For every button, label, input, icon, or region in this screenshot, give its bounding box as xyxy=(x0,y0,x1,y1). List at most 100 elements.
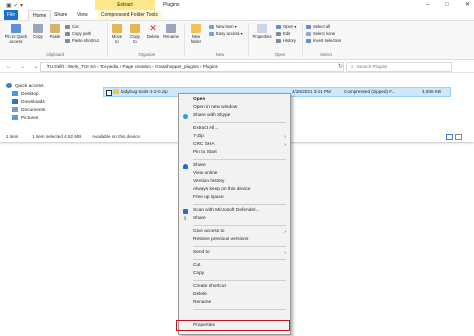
open-icon xyxy=(276,24,281,29)
menu-item-open[interactable]: Open xyxy=(179,96,290,104)
nav-item-documents[interactable]: Documents xyxy=(12,107,45,115)
menu-item-extract-all[interactable]: Extract All... xyxy=(179,125,290,133)
group-label-select: Select xyxy=(320,52,332,57)
menu-item-free-up-space[interactable]: Free up space xyxy=(179,194,290,202)
availability-status: Available on this device xyxy=(92,134,140,139)
select-all-button[interactable]: Select all xyxy=(306,24,330,30)
copy-button[interactable]: Copy xyxy=(31,24,45,39)
quick-access-toolbar[interactable]: ▣ ✓ ▾ xyxy=(6,2,23,9)
open-button[interactable]: Open ▾ xyxy=(276,24,297,30)
tab-compressed-folder-tools[interactable]: Compressed Folder Tools xyxy=(97,10,162,20)
move-to-icon xyxy=(112,24,122,33)
nav-item-quick-access[interactable]: Quick access xyxy=(6,83,44,91)
group-divider xyxy=(248,23,249,57)
menu-item-share[interactable]: ⇪ Share xyxy=(179,215,290,223)
history-button[interactable]: History xyxy=(276,38,296,44)
cut-button[interactable]: Cut xyxy=(65,24,79,30)
download-icon xyxy=(12,99,18,105)
menu-item-give-access[interactable]: Give access to › xyxy=(179,228,290,236)
breadcrumb[interactable]: TU Delft › Werk_TOI SA › Toi-pedia › Pag… xyxy=(40,62,344,72)
menu-item-send-to[interactable]: Send to › xyxy=(179,249,290,257)
search-icon: ⌕ xyxy=(351,64,354,69)
copy-path-button[interactable]: Copy path xyxy=(65,31,91,37)
nav-item-pictures[interactable]: Pictures xyxy=(12,115,38,123)
paste-shortcut-button[interactable]: Paste shortcut xyxy=(65,38,99,44)
search-input[interactable]: ⌕ Search Plugins xyxy=(346,62,452,72)
submenu-arrow-icon: › xyxy=(284,229,286,235)
tab-share[interactable]: Share xyxy=(50,10,71,20)
refresh-icon[interactable]: ↻ xyxy=(338,63,343,70)
contextual-tab-extract[interactable]: Extract xyxy=(95,0,155,10)
pin-to-quick-access-button[interactable]: Pin to Quick access xyxy=(4,24,28,44)
new-item-button[interactable]: New item ▾ xyxy=(209,24,237,30)
nav-item-desktop[interactable]: Desktop xyxy=(12,91,39,99)
copy-path-icon xyxy=(65,31,70,36)
ribbon: Pin to Quick access Copy Paste Cut Copy … xyxy=(0,21,474,60)
details-view-icon[interactable] xyxy=(446,134,453,140)
menu-item-crc-sha[interactable]: CRC SHA › xyxy=(179,141,290,149)
file-date: 4/26/2021 3:41 PM xyxy=(292,89,331,94)
edit-button[interactable]: Edit xyxy=(276,31,290,37)
menu-item-pin-to-start[interactable]: Pin to Start xyxy=(179,149,290,157)
address-bar: ← → ⌄ ↑ TU Delft › Werk_TOI SA › Toi-ped… xyxy=(0,60,474,73)
select-none-button[interactable]: Select none xyxy=(306,31,335,37)
pictures-icon xyxy=(12,115,18,121)
rename-button[interactable]: Rename xyxy=(163,24,179,39)
move-to-button[interactable]: Move to xyxy=(110,24,124,44)
onedrive-cloud-icon xyxy=(183,163,188,169)
copy-to-button[interactable]: Copy to xyxy=(128,24,142,44)
menu-item-create-shortcut[interactable]: Create shortcut xyxy=(179,283,290,291)
menu-separator xyxy=(193,280,286,281)
menu-separator xyxy=(193,204,286,205)
menu-item-always-keep[interactable]: Always keep on this device xyxy=(179,186,290,194)
menu-item-share-onedrive[interactable]: Share xyxy=(179,162,290,170)
tab-home[interactable]: Home xyxy=(28,10,52,21)
tab-view[interactable]: View xyxy=(73,10,92,20)
new-folder-button[interactable]: New folder xyxy=(188,24,204,44)
file-type: Compressed (zipped) F... xyxy=(344,89,396,94)
menu-item-view-online[interactable]: View online xyxy=(179,170,290,178)
item-count: 1 item xyxy=(6,134,19,139)
menu-item-rename[interactable]: Rename xyxy=(179,299,290,307)
delete-x-icon: ✕ xyxy=(149,23,157,33)
group-divider xyxy=(302,23,303,57)
group-divider xyxy=(107,23,108,57)
zip-folder-icon xyxy=(113,89,119,94)
window-title: Plugins xyxy=(163,2,180,8)
group-divider xyxy=(184,23,185,57)
defender-shield-icon xyxy=(183,208,188,214)
new-folder-icon xyxy=(191,24,201,33)
checkbox[interactable] xyxy=(106,89,112,96)
tab-file[interactable]: File xyxy=(4,10,18,20)
close-button[interactable]: ✕ xyxy=(465,0,470,10)
paste-button[interactable]: Paste xyxy=(48,24,62,39)
menu-item-copy[interactable]: Copy xyxy=(179,270,290,278)
nav-item-downloads[interactable]: Downloads xyxy=(12,99,45,107)
invert-selection-icon xyxy=(306,38,311,43)
edit-icon xyxy=(276,31,281,36)
maximize-button[interactable]: □ xyxy=(445,0,449,10)
invert-selection-button[interactable]: Invert selection xyxy=(306,38,341,44)
menu-item-restore-versions[interactable]: Restore previous versions xyxy=(179,236,290,244)
delete-button[interactable]: ✕ Delete xyxy=(146,23,160,40)
pin-icon xyxy=(11,24,21,33)
menu-item-7zip[interactable]: 7-Zip › xyxy=(179,133,290,141)
menu-separator xyxy=(193,246,286,247)
desktop-icon xyxy=(12,91,18,97)
properties-ribbon-button[interactable]: Properties xyxy=(252,24,272,39)
menu-item-cut[interactable]: Cut xyxy=(179,262,290,270)
menu-item-share-skype[interactable]: Share with Skype xyxy=(179,112,290,120)
menu-item-scan-defender[interactable]: Scan with Microsoft Defender... xyxy=(179,207,290,215)
menu-item-delete[interactable]: Delete xyxy=(179,291,290,299)
easy-access-button[interactable]: Easy access ▾ xyxy=(209,31,243,37)
menu-item-version-history[interactable]: Version history xyxy=(179,178,290,186)
window-controls: – □ ✕ xyxy=(426,0,470,10)
star-icon xyxy=(6,83,12,89)
minimize-button[interactable]: – xyxy=(426,0,429,10)
menu-item-open-new-window[interactable]: Open in new window xyxy=(179,104,290,112)
context-menu: Open Open in new window Share with Skype… xyxy=(178,93,291,335)
submenu-arrow-icon: › xyxy=(284,142,286,148)
copy-icon xyxy=(33,24,43,33)
tiles-view-icon[interactable] xyxy=(455,134,462,140)
file-name: ladybug-tools-1-2-0.zip xyxy=(121,89,168,94)
